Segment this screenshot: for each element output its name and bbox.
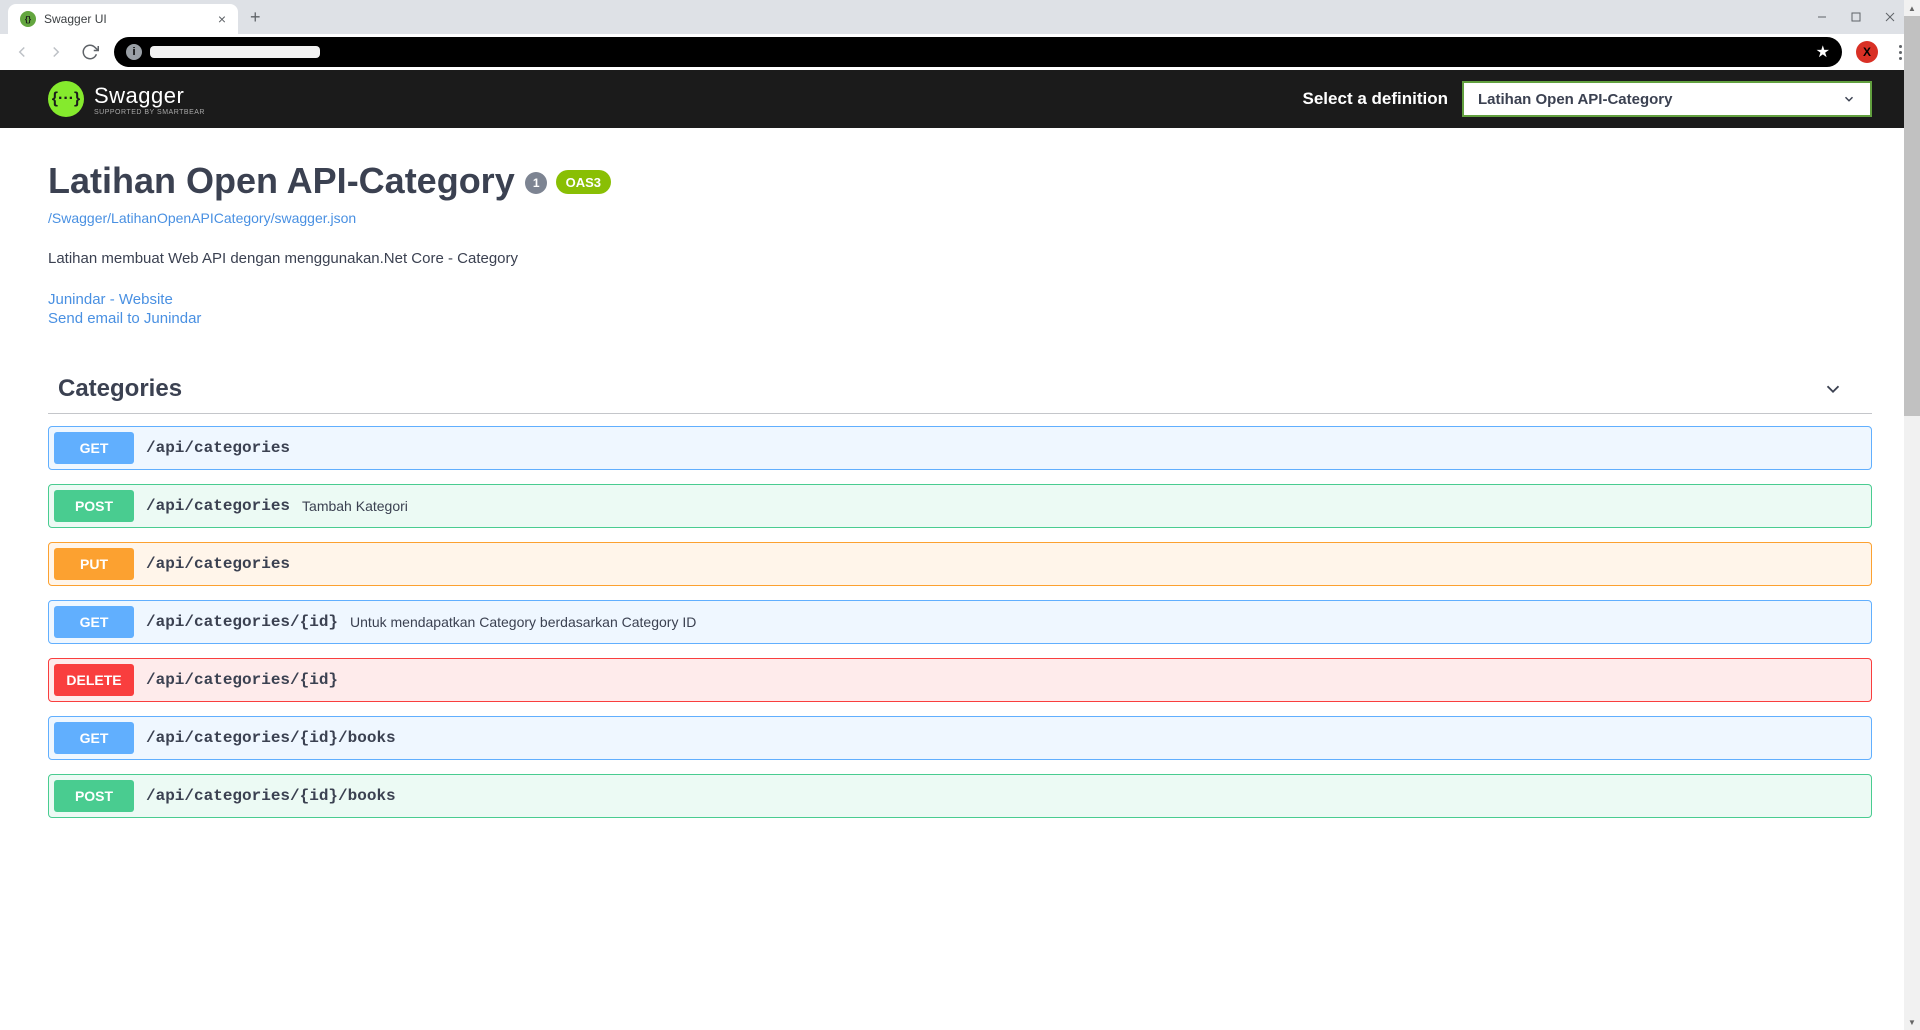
close-icon[interactable]: × — [218, 11, 226, 27]
chevron-down-icon — [1822, 378, 1844, 400]
operation-block[interactable]: GET/api/categories — [48, 426, 1872, 470]
operation-block[interactable]: GET/api/categories/{id}/books — [48, 716, 1872, 760]
swagger-logo-icon: {···} — [48, 81, 84, 117]
scroll-down-icon[interactable]: ▼ — [1904, 1014, 1920, 1030]
method-badge: GET — [54, 606, 134, 638]
api-title: Latihan Open API-Category — [48, 160, 515, 201]
definition-label: Select a definition — [1303, 89, 1448, 109]
tag-section: Categories GET/api/categoriesPOST/api/ca… — [48, 375, 1872, 818]
new-tab-button[interactable]: + — [250, 7, 261, 28]
logo-subtext: Supported by SMARTBEAR — [94, 109, 205, 116]
method-badge: PUT — [54, 548, 134, 580]
contact-website-link[interactable]: Junindar - Website — [48, 291, 1872, 308]
api-title-wrap: Latihan Open API-Category 1 OAS3 — [48, 160, 1872, 202]
back-icon[interactable] — [12, 42, 32, 62]
spec-url-link[interactable]: /Swagger/LatihanOpenAPICategory/swagger.… — [48, 210, 356, 226]
oas-badge: OAS3 — [556, 170, 611, 194]
method-badge: GET — [54, 722, 134, 754]
chevron-down-icon — [1842, 92, 1856, 106]
definition-select[interactable]: Latihan Open API-Category — [1462, 81, 1872, 117]
logo-text: Swagger — [94, 83, 205, 109]
window-controls — [1814, 9, 1912, 25]
info-icon[interactable]: i — [126, 44, 142, 60]
method-badge: POST — [54, 780, 134, 812]
operation-block[interactable]: POST/api/categories/{id}/books — [48, 774, 1872, 818]
swagger-content: Latihan Open API-Category 1 OAS3 /Swagge… — [0, 128, 1920, 864]
definition-selected-value: Latihan Open API-Category — [1478, 91, 1672, 108]
operation-description: Untuk mendapatkan Category berdasarkan C… — [350, 614, 696, 630]
method-badge: GET — [54, 432, 134, 464]
extension-icon[interactable]: X — [1856, 41, 1878, 63]
api-description: Latihan membuat Web API dengan menggunak… — [48, 250, 1872, 267]
operation-block[interactable]: GET/api/categories/{id}Untuk mendapatkan… — [48, 600, 1872, 644]
contact-email-link[interactable]: Send email to Junindar — [48, 310, 1872, 327]
tag-header[interactable]: Categories — [48, 375, 1872, 414]
swagger-topbar: {···} Swagger Supported by SMARTBEAR Sel… — [0, 70, 1920, 128]
scrollbar-thumb[interactable] — [1904, 16, 1920, 416]
minimize-icon[interactable] — [1814, 9, 1830, 25]
swagger-favicon-icon: {} — [20, 11, 36, 27]
svg-text:{}: {} — [25, 15, 31, 24]
operation-path: /api/categories/{id}/books — [134, 729, 408, 747]
method-badge: DELETE — [54, 664, 134, 696]
version-badge: 1 — [525, 172, 547, 194]
operation-path: /api/categories — [134, 497, 302, 515]
operation-path: /api/categories/{id} — [134, 671, 350, 689]
tag-name: Categories — [48, 375, 182, 403]
browser-toolbar: i ★ X — [0, 34, 1920, 70]
browser-tab[interactable]: {} Swagger UI × — [8, 4, 238, 34]
operation-block[interactable]: POST/api/categoriesTambah Kategori — [48, 484, 1872, 528]
tab-title: Swagger UI — [44, 12, 210, 26]
operation-block[interactable]: PUT/api/categories — [48, 542, 1872, 586]
browser-chrome: {} Swagger UI × + i ★ X — [0, 0, 1920, 70]
scroll-up-icon[interactable]: ▲ — [1904, 0, 1920, 16]
operation-block[interactable]: DELETE/api/categories/{id} — [48, 658, 1872, 702]
swagger-logo[interactable]: {···} Swagger Supported by SMARTBEAR — [48, 81, 205, 117]
address-bar[interactable]: i ★ — [114, 37, 1842, 67]
definition-selector-wrap: Select a definition Latihan Open API-Cat… — [1303, 81, 1872, 117]
operation-path: /api/categories — [134, 555, 302, 573]
operation-path: /api/categories — [134, 439, 302, 457]
method-badge: POST — [54, 490, 134, 522]
tab-bar: {} Swagger UI × + — [0, 0, 1920, 34]
maximize-icon[interactable] — [1848, 9, 1864, 25]
operation-path: /api/categories/{id} — [134, 613, 350, 631]
close-window-icon[interactable] — [1882, 9, 1898, 25]
url-masked — [150, 46, 320, 58]
forward-icon[interactable] — [46, 42, 66, 62]
scrollbar[interactable]: ▲ ▼ — [1904, 0, 1920, 1030]
operation-description: Tambah Kategori — [302, 498, 408, 514]
bookmark-star-icon[interactable]: ★ — [1816, 42, 1830, 62]
operations-list: GET/api/categoriesPOST/api/categoriesTam… — [48, 426, 1872, 818]
operation-path: /api/categories/{id}/books — [134, 787, 408, 805]
reload-icon[interactable] — [80, 42, 100, 62]
